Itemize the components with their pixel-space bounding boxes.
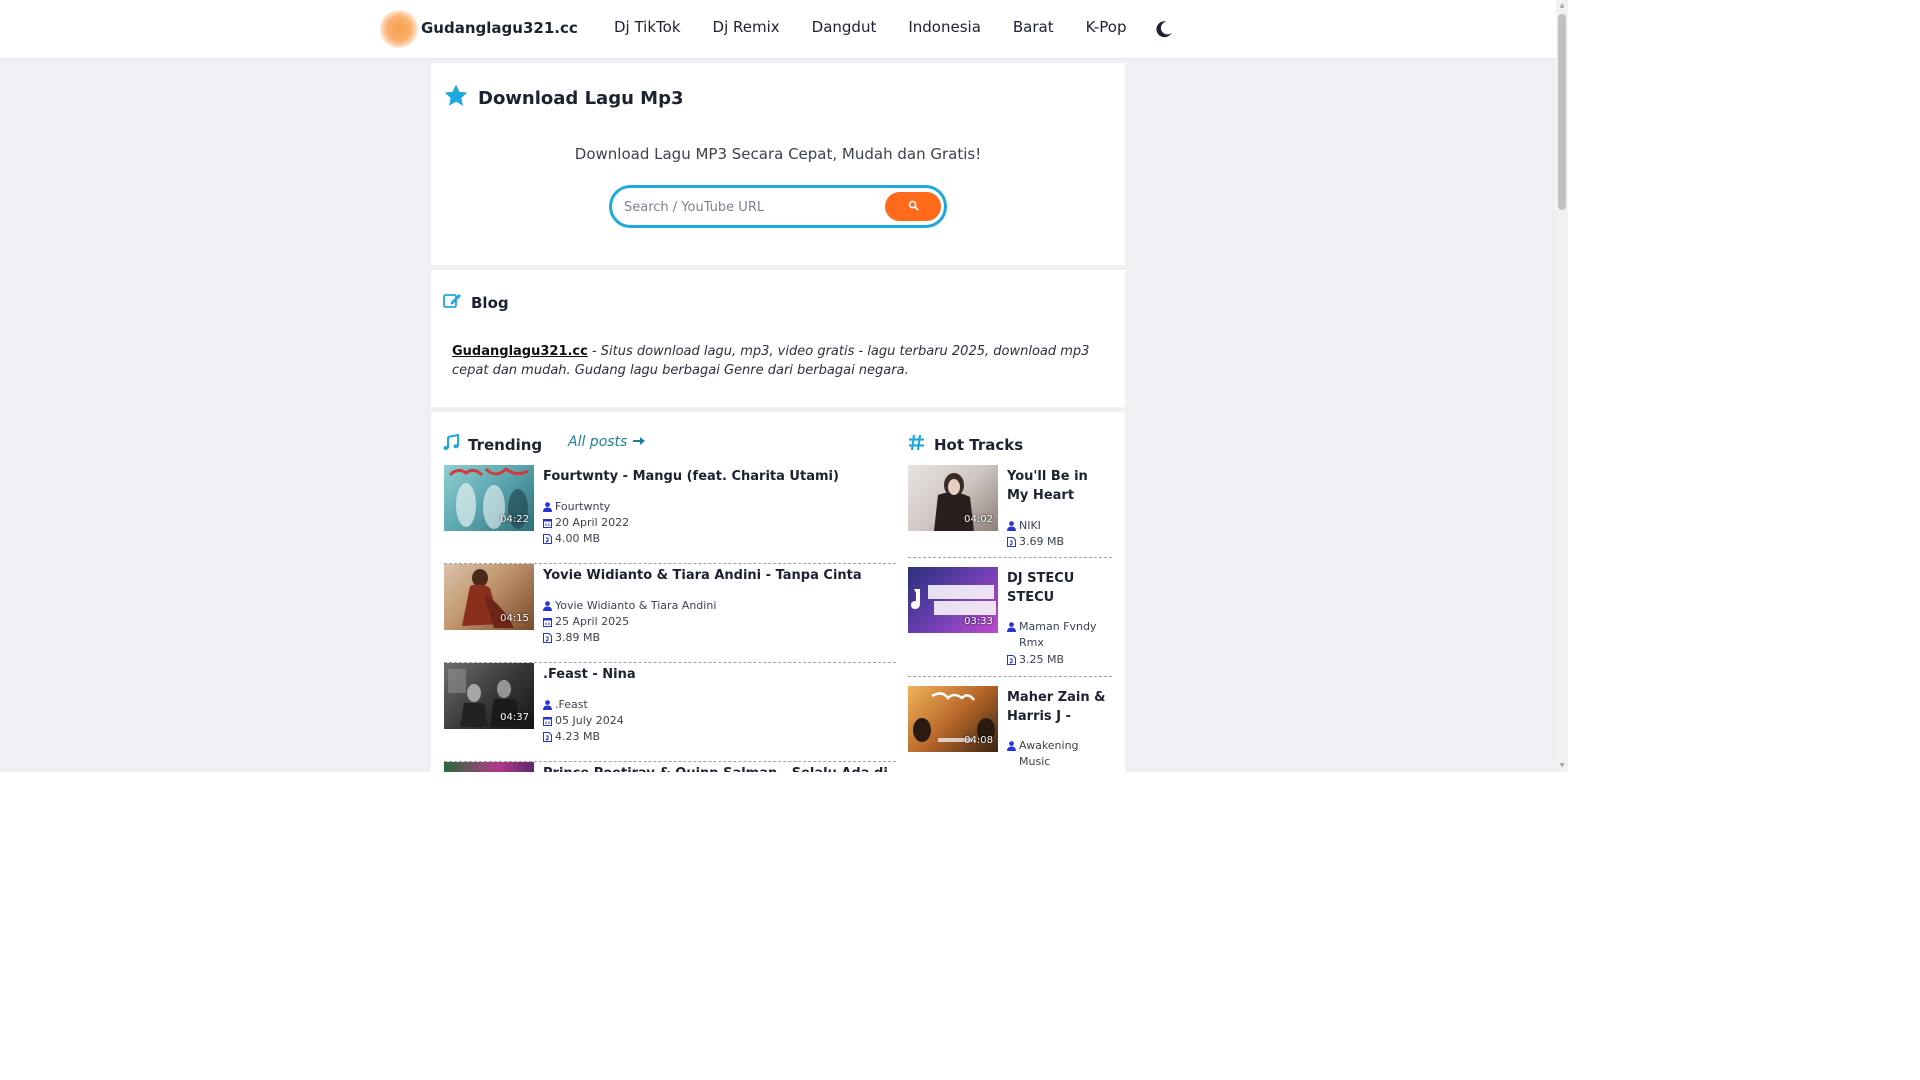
site-logo[interactable] bbox=[380, 10, 418, 48]
edit-icon bbox=[443, 292, 471, 313]
track-title[interactable]: Fourtwnty - Mangu (feat. Charita Utami) bbox=[543, 467, 893, 486]
track-size-text: 3.69 MB bbox=[1019, 535, 1065, 548]
hot-tracks-heading: Hot Tracks bbox=[908, 434, 1023, 455]
download-card: Download Lagu Mp3 Download Lagu MP3 Seca… bbox=[431, 63, 1125, 265]
download-heading: Download Lagu Mp3 bbox=[443, 83, 684, 114]
track-thumbnail[interactable]: 03:33 bbox=[908, 567, 998, 633]
track-title[interactable]: Maher Zain & Harris J - Qal... bbox=[1007, 688, 1111, 726]
track-duration: 04:15 bbox=[500, 613, 529, 624]
hashtag-icon bbox=[908, 434, 925, 455]
track-thumbnail[interactable]: 04:37 bbox=[444, 663, 534, 729]
file-audio-icon bbox=[543, 729, 555, 747]
all-posts-label: All posts bbox=[568, 434, 628, 450]
track-size: 3.25 MB bbox=[1007, 652, 1111, 670]
file-audio-icon bbox=[543, 531, 555, 549]
trending-item[interactable]: 04:37 .Feast - Nina .Feast 05 July 2024 … bbox=[444, 663, 896, 762]
track-size: 3.69 MB bbox=[1007, 534, 1111, 552]
track-duration: 04:22 bbox=[500, 514, 529, 525]
nav-dj-remix[interactable]: Dj Remix bbox=[697, 16, 796, 38]
track-size: 3.89 MB bbox=[543, 630, 600, 648]
site-header: Gudanglagu321.cc Dj TikTok Dj Remix Dang… bbox=[0, 0, 1556, 59]
track-date-text: 05 July 2024 bbox=[555, 714, 624, 727]
track-thumbnail[interactable]: 04:08 bbox=[908, 686, 998, 752]
moon-icon[interactable] bbox=[1154, 19, 1174, 39]
file-audio-icon bbox=[1007, 652, 1019, 670]
trending-heading: Trending bbox=[443, 433, 543, 455]
download-title: Download Lagu Mp3 bbox=[478, 88, 684, 109]
track-duration: 04:37 bbox=[500, 712, 529, 723]
download-subtitle: Download Lagu MP3 Secara Cepat, Mudah da… bbox=[574, 145, 982, 163]
track-artist-name: Yovie Widianto & Tiara Andini bbox=[555, 599, 717, 612]
search-form bbox=[609, 185, 947, 228]
track-thumbnail[interactable]: 04:22 bbox=[444, 465, 534, 531]
search-button[interactable] bbox=[885, 192, 941, 221]
blog-heading: Blog bbox=[443, 292, 509, 313]
content-card: Trending All posts Hot Tracks 04:22 Four… bbox=[431, 412, 1125, 772]
search-input[interactable] bbox=[624, 196, 874, 218]
blog-description: Gudanglagu321.cc - Situs download lagu, … bbox=[452, 342, 1102, 380]
track-duration: 03:33 bbox=[964, 616, 993, 627]
trending-title: Trending bbox=[468, 435, 543, 454]
star-icon bbox=[443, 83, 478, 114]
blog-brand-link[interactable]: Gudanglagu321.cc bbox=[452, 344, 588, 359]
trending-item[interactable]: 04:15 Yovie Widianto & Tiara Andini - Ta… bbox=[444, 564, 896, 663]
track-thumbnail[interactable]: 04:02 bbox=[908, 465, 998, 531]
track-size-text: 4.00 MB bbox=[555, 532, 601, 545]
nav-dj-tiktok[interactable]: Dj TikTok bbox=[598, 16, 697, 38]
track-size-text: 3.89 MB bbox=[555, 631, 601, 644]
track-thumbnail[interactable] bbox=[444, 762, 534, 772]
trending-item[interactable]: 04:22 Fourtwnty - Mangu (feat. Charita U… bbox=[444, 465, 896, 564]
track-duration: 04:02 bbox=[964, 514, 993, 525]
hot-track-item[interactable]: 04:08 Maher Zain & Harris J - Qal... Awa… bbox=[908, 686, 1112, 772]
track-artist-name: Awakening Music bbox=[1019, 739, 1079, 768]
file-audio-icon bbox=[543, 630, 555, 648]
track-title[interactable]: You'll Be in My Heart (Spotify... bbox=[1007, 467, 1111, 505]
hot-tracks-title: Hot Tracks bbox=[934, 435, 1024, 454]
user-icon bbox=[1007, 619, 1019, 637]
page-scrollbar[interactable]: ▲ ▼ bbox=[1556, 0, 1568, 772]
track-artist: Maman Fvndy Rmx bbox=[1007, 619, 1111, 651]
file-audio-icon bbox=[1007, 534, 1019, 552]
scroll-down-arrow-icon[interactable]: ▼ bbox=[1558, 762, 1566, 770]
track-title[interactable]: Prince Poetiray & Quinn Salman - Selalu … bbox=[543, 764, 893, 772]
scrollbar-thumb[interactable] bbox=[1558, 14, 1566, 210]
track-title[interactable]: .Feast - Nina bbox=[543, 665, 893, 684]
arrow-right-icon bbox=[632, 434, 646, 450]
track-artist-name: .Feast bbox=[555, 698, 588, 711]
track-artist-name: Fourtwnty bbox=[555, 500, 611, 513]
nav-barat[interactable]: Barat bbox=[997, 16, 1070, 38]
page-viewport: Gudanglagu321.cc Dj TikTok Dj Remix Dang… bbox=[0, 0, 1556, 772]
track-artist-name: NIKI bbox=[1019, 519, 1041, 532]
track-size-text: 3.25 MB bbox=[1019, 653, 1065, 666]
nav-indonesia[interactable]: Indonesia bbox=[892, 16, 997, 38]
site-name-link[interactable]: Gudanglagu321.cc bbox=[421, 19, 578, 37]
track-artist: Awakening Music bbox=[1007, 738, 1111, 770]
main-nav: Dj TikTok Dj Remix Dangdut Indonesia Bar… bbox=[598, 16, 1143, 38]
search-icon bbox=[908, 199, 919, 214]
track-artist-name: Maman Fvndy Rmx bbox=[1019, 620, 1097, 649]
blank-area bbox=[0, 772, 1568, 882]
track-date-text: 20 April 2022 bbox=[555, 516, 630, 529]
track-title[interactable]: DJ STECU STECU SETELA... bbox=[1007, 569, 1111, 607]
nav-dangdut[interactable]: Dangdut bbox=[796, 16, 893, 38]
track-title[interactable]: Yovie Widianto & Tiara Andini - Tanpa Ci… bbox=[543, 566, 893, 585]
track-size-text: 4.23 MB bbox=[555, 730, 601, 743]
blog-title: Blog bbox=[471, 293, 509, 312]
scroll-up-arrow-icon[interactable]: ▲ bbox=[1558, 2, 1566, 10]
user-icon bbox=[1007, 738, 1019, 756]
track-duration: 04:08 bbox=[964, 735, 993, 746]
hot-track-item[interactable]: 03:33 DJ STECU STECU SETELA... Maman Fvn… bbox=[908, 567, 1112, 677]
all-posts-link[interactable]: All posts bbox=[568, 434, 646, 450]
nav-k-pop[interactable]: K-Pop bbox=[1070, 16, 1143, 38]
track-date-text: 25 April 2025 bbox=[555, 615, 630, 628]
track-thumbnail[interactable]: 04:15 bbox=[444, 564, 534, 630]
track-size: 4.23 MB bbox=[543, 729, 600, 747]
music-note-icon bbox=[443, 433, 459, 455]
trending-item[interactable]: Prince Poetiray & Quinn Salman - Selalu … bbox=[444, 762, 896, 772]
hot-track-item[interactable]: 04:02 You'll Be in My Heart (Spotify... … bbox=[908, 465, 1112, 558]
track-size: 4.00 MB bbox=[543, 531, 600, 549]
blog-card: Blog Gudanglagu321.cc - Situs download l… bbox=[431, 270, 1125, 407]
